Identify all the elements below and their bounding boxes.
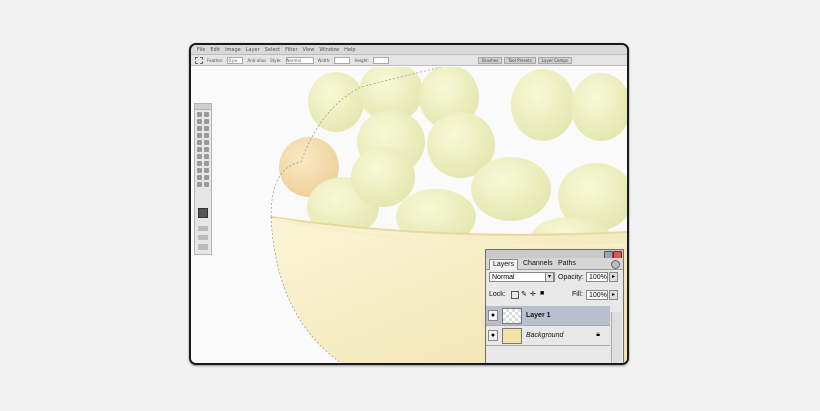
path-select-icon[interactable]	[197, 161, 202, 166]
tab-paths[interactable]: Paths	[555, 259, 579, 269]
imageready-icon[interactable]	[198, 244, 208, 250]
panel-titlebar[interactable]	[486, 250, 623, 259]
menu-file[interactable]: File	[197, 47, 205, 53]
opacity-arrow-icon[interactable]: ▸	[609, 272, 618, 282]
fill-label: Fill:	[572, 291, 583, 298]
move-tool-icon[interactable]	[197, 112, 202, 117]
menu-edit[interactable]: Edit	[210, 47, 220, 53]
notes-tool-icon[interactable]	[197, 175, 202, 180]
fill-arrow-icon[interactable]: ▸	[609, 290, 618, 300]
lock-label: Lock:	[489, 291, 506, 298]
visibility-eye-icon[interactable]: ●	[488, 330, 498, 341]
marquee-tool-icon[interactable]	[195, 56, 203, 64]
visibility-eye-icon[interactable]: ●	[488, 310, 498, 321]
lock-position-icon[interactable]: ✛	[530, 290, 536, 298]
foreground-color-swatch[interactable]	[198, 208, 208, 218]
blur-tool-icon[interactable]	[197, 154, 202, 159]
magic-wand-tool-icon[interactable]	[204, 119, 209, 124]
layers-panel: Layers Channels Paths Normal ▾ Opacity: …	[485, 249, 624, 363]
menu-image[interactable]: Image	[225, 47, 241, 53]
lock-transparency-icon[interactable]	[511, 291, 519, 299]
stamp-tool-icon[interactable]	[197, 140, 202, 145]
quickmask-icon[interactable]	[198, 226, 208, 231]
fill-input[interactable]: 100%	[586, 290, 608, 300]
photoshop-window: File Edit Image Layer Select Filter View…	[189, 43, 629, 365]
workspace-tabs: Brushes Tool Presets Layer Comps	[478, 57, 572, 64]
layer-name[interactable]: Background	[526, 332, 563, 339]
antialias-label[interactable]: Anti-alias	[247, 58, 266, 63]
tools-panel	[194, 103, 212, 255]
slice-tool-icon[interactable]	[204, 126, 209, 131]
screen-mode-icon[interactable]	[198, 235, 208, 240]
zoom-tool-icon[interactable]	[204, 182, 209, 187]
height-label: Height:	[354, 57, 370, 63]
layer-1-thumbnail	[502, 308, 522, 324]
menu-layer[interactable]: Layer	[246, 47, 260, 53]
tab-tool-presets[interactable]: Tool Presets	[504, 57, 536, 64]
history-brush-icon[interactable]	[204, 140, 209, 145]
lasso-tool-icon[interactable]	[197, 119, 202, 124]
background-thumbnail	[502, 328, 522, 344]
tab-layer-comps[interactable]: Layer Comps	[537, 57, 572, 64]
marquee-tool-icon[interactable]	[204, 112, 209, 117]
hand-tool-icon[interactable]	[197, 182, 202, 187]
menu-select[interactable]: Select	[265, 47, 280, 53]
tab-channels[interactable]: Channels	[520, 259, 556, 269]
layers-scrollbar[interactable]	[611, 312, 621, 363]
brush-tool-icon[interactable]	[204, 133, 209, 138]
style-label: Style:	[270, 57, 282, 63]
layer-name[interactable]: Layer 1	[526, 312, 551, 319]
panel-menu-icon[interactable]	[611, 260, 620, 269]
type-tool-icon[interactable]	[204, 161, 209, 166]
width-label: Width:	[317, 57, 331, 63]
feather-input[interactable]: 0 px	[227, 56, 244, 64]
panel-tabs: Layers Channels Paths	[486, 258, 623, 270]
menu-view[interactable]: View	[303, 47, 315, 53]
document-canvas[interactable]: Layers Channels Paths Normal ▾ Opacity: …	[191, 67, 627, 363]
blend-mode-dropdown-icon[interactable]: ▾	[545, 272, 554, 282]
eyedropper-tool-icon[interactable]	[204, 175, 209, 180]
healing-tool-icon[interactable]	[197, 133, 202, 138]
menu-help[interactable]: Help	[344, 47, 355, 53]
menu-window[interactable]: Window	[319, 47, 339, 53]
layer-row-background[interactable]: ● Background 🔒︎	[486, 326, 610, 346]
opacity-label: Opacity:	[558, 274, 584, 281]
eraser-tool-icon[interactable]	[197, 147, 202, 152]
pen-tool-icon[interactable]	[197, 168, 202, 173]
height-input[interactable]	[373, 56, 390, 64]
menu-filter[interactable]: Filter	[285, 47, 297, 53]
lock-all-icon[interactable]: ■	[540, 290, 544, 297]
menu-bar: File Edit Image Layer Select Filter View…	[191, 45, 627, 55]
crop-tool-icon[interactable]	[197, 126, 202, 131]
layer-row-layer-1[interactable]: ● Layer 1	[486, 306, 610, 326]
style-select[interactable]: Normal	[285, 56, 314, 64]
width-input[interactable]	[334, 56, 351, 64]
feather-label: Feather:	[207, 57, 224, 63]
shape-tool-icon[interactable]	[204, 168, 209, 173]
lock-icon: 🔒︎	[596, 331, 600, 338]
lock-pixels-icon[interactable]: ✎	[521, 290, 527, 298]
tab-brushes[interactable]: Brushes	[478, 57, 503, 64]
gradient-tool-icon[interactable]	[204, 147, 209, 152]
tab-layers[interactable]: Layers	[489, 259, 519, 270]
opacity-input[interactable]: 100%	[586, 272, 608, 282]
dodge-tool-icon[interactable]	[204, 154, 209, 159]
